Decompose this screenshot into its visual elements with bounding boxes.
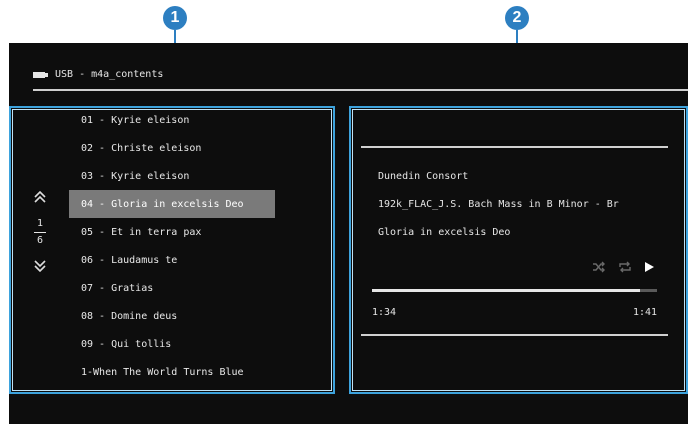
track-title: Gloria in excelsis Deo <box>378 227 511 238</box>
page-current: 1 <box>36 218 44 229</box>
source-label: USB - m4a_contents <box>55 69 164 80</box>
album-name: 192k_FLAC_J.S. Bach Mass in B Minor - Br <box>378 199 619 210</box>
progress-bar[interactable] <box>372 289 657 292</box>
track-item[interactable]: 1-When The World Turns Blue <box>69 358 319 386</box>
callout-1-badge: 1 <box>163 6 187 30</box>
track-item[interactable]: 09 - Qui tollis <box>69 330 319 358</box>
page-divider <box>34 232 46 233</box>
total-time: 1:41 <box>633 307 658 318</box>
track-item[interactable]: 08 - Domine deus <box>69 302 319 330</box>
page-navigation: 1 6 <box>29 126 51 277</box>
track-item[interactable]: 03 - Kyrie eleison <box>69 162 319 190</box>
now-playing-top-divider <box>361 146 668 148</box>
track-item-selected[interactable]: 04 - Gloria in excelsis Deo <box>69 190 275 218</box>
player-screen: USB - m4a_contents 1 6 01 - Kyrie eleiso… <box>9 43 688 424</box>
source-divider <box>33 89 688 91</box>
now-playing-bottom-divider <box>361 334 668 336</box>
track-item[interactable]: 02 - Christe eleison <box>69 134 319 162</box>
track-item[interactable]: 05 - Et in terra pax <box>69 218 319 246</box>
elapsed-time: 1:34 <box>372 307 397 318</box>
track-list: 01 - Kyrie eleison 02 - Christe eleison … <box>69 106 319 386</box>
now-playing-panel-frame <box>349 106 688 394</box>
track-item[interactable]: 01 - Kyrie eleison <box>69 106 319 134</box>
artist-name: Dunedin Consort <box>378 171 469 182</box>
page-total: 6 <box>36 235 44 246</box>
source-bar: USB - m4a_contents <box>33 69 163 80</box>
callout-2-badge: 2 <box>505 6 529 30</box>
shuffle-icon[interactable] <box>591 259 607 275</box>
repeat-icon[interactable] <box>617 259 633 275</box>
page-up-icon[interactable] <box>29 186 51 208</box>
progress-fill <box>372 289 640 292</box>
page-down-icon[interactable] <box>29 255 51 277</box>
play-icon[interactable] <box>641 259 657 275</box>
usb-icon <box>33 71 48 78</box>
track-item[interactable]: 07 - Gratias <box>69 274 319 302</box>
track-item[interactable]: 06 - Laudamus te <box>69 246 319 274</box>
